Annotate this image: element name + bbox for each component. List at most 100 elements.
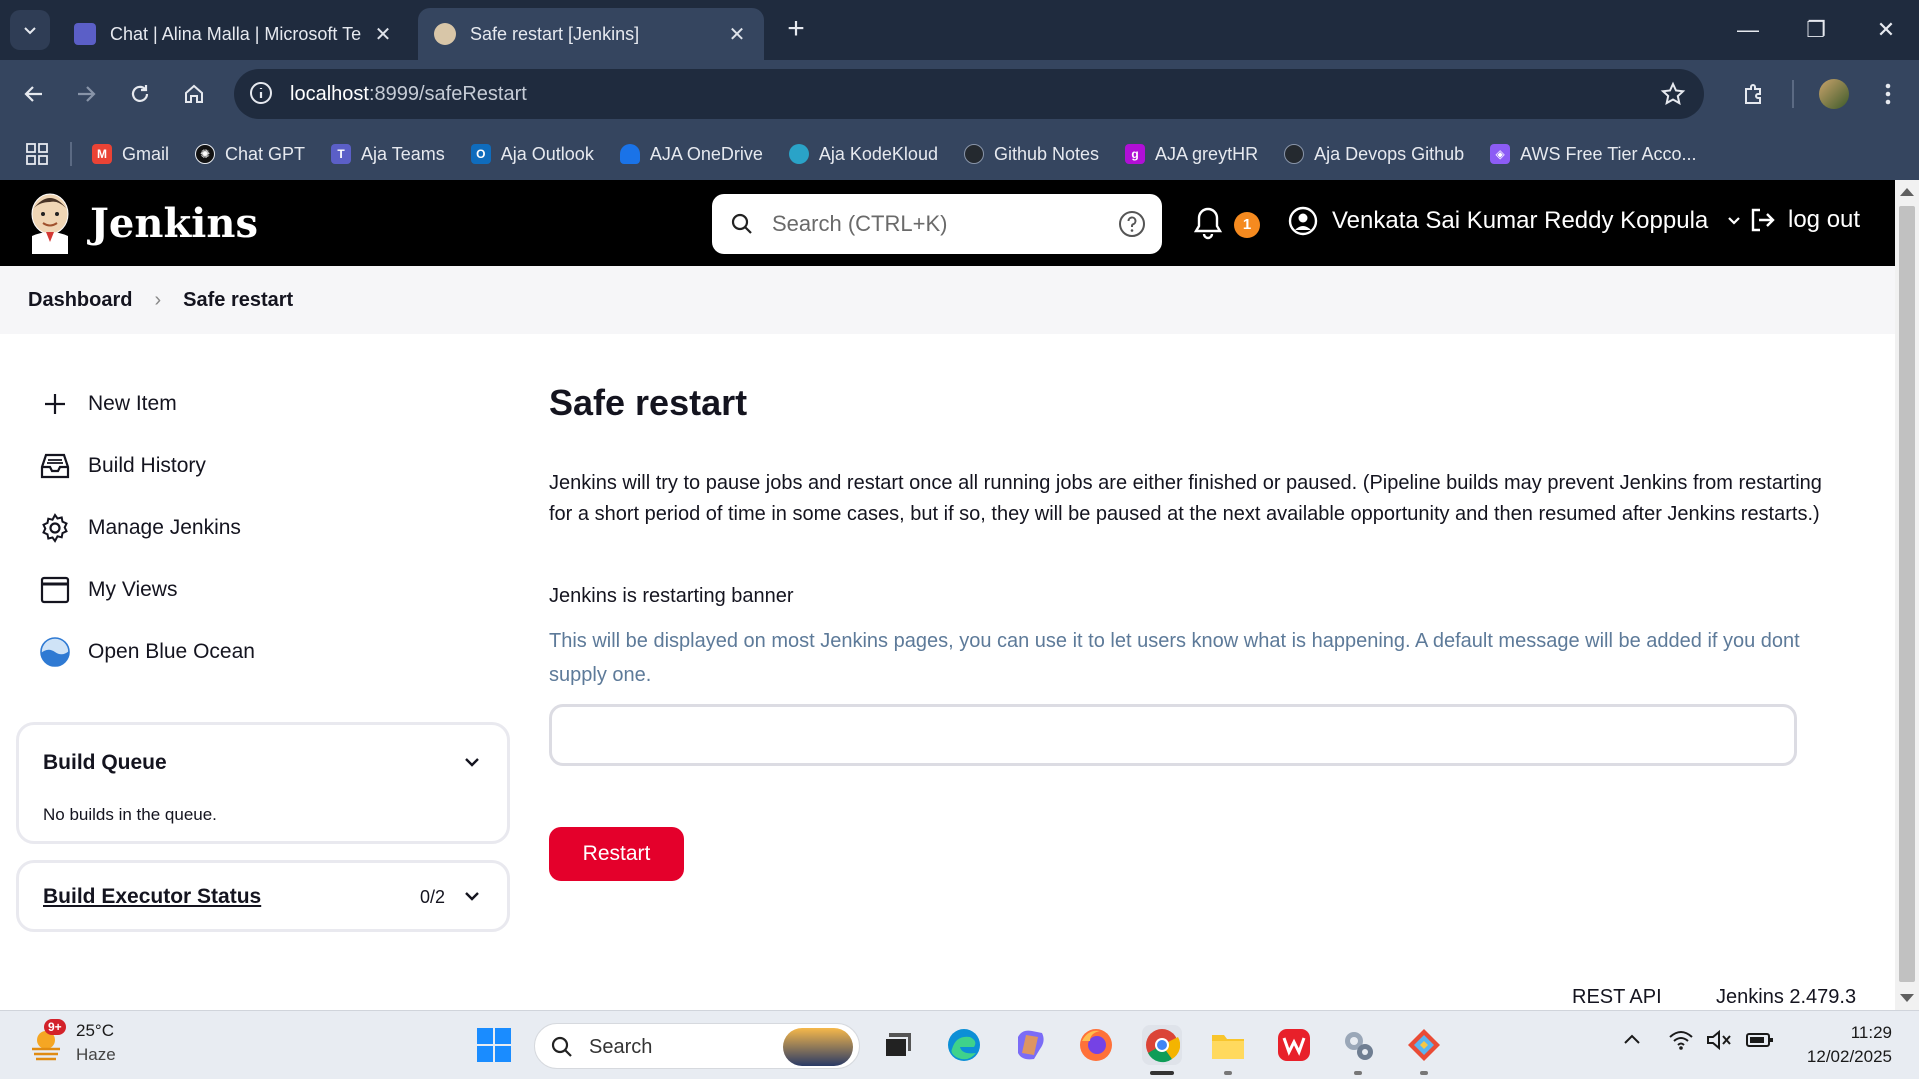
taskbar-clock[interactable]: 11:29 12/02/2025 xyxy=(1796,1021,1892,1069)
page-scrollbar[interactable] xyxy=(1895,180,1919,1010)
browser-tab-strip: Chat | Alina Malla | Microsoft Te ✕ Safe… xyxy=(0,0,1919,60)
greythr-icon: g xyxy=(1125,144,1146,164)
chevron-down-icon[interactable] xyxy=(463,887,481,905)
browser-menu-button[interactable] xyxy=(1868,74,1908,114)
jenkins-header: Jenkins 1 Venkata Sai Kumar Reddy Koppul… xyxy=(0,180,1895,266)
windows-logo-icon xyxy=(477,1028,511,1062)
breadcrumb-current[interactable]: Safe restart xyxy=(183,289,293,312)
teams-icon xyxy=(74,23,96,45)
taskbar-file-explorer[interactable] xyxy=(1208,1025,1248,1065)
task-manage-jenkins[interactable]: Manage Jenkins xyxy=(38,508,241,548)
browser-tab-teams[interactable]: Chat | Alina Malla | Microsoft Te ✕ xyxy=(58,8,410,60)
search-icon xyxy=(731,213,752,234)
taskbar-chrome[interactable] xyxy=(1142,1025,1182,1065)
start-button[interactable] xyxy=(476,1027,512,1068)
banner-help-text: This will be displayed on most Jenkins p… xyxy=(549,630,1800,686)
taskbar-settings-app[interactable] xyxy=(1338,1025,1378,1065)
task-new-item[interactable]: New Item xyxy=(38,384,177,424)
bookmark-aja-outlook[interactable]: O Aja Outlook xyxy=(470,144,594,165)
puzzle-icon xyxy=(1745,84,1761,104)
user-menu[interactable]: Venkata Sai Kumar Reddy Koppula xyxy=(1288,206,1742,236)
github-icon xyxy=(1284,144,1305,164)
firefox-icon xyxy=(1080,1029,1112,1061)
tab-search-button[interactable] xyxy=(10,10,50,50)
executor-status-link[interactable]: Build Executor Status xyxy=(43,885,261,909)
site-info-icon[interactable] xyxy=(248,80,274,106)
breadcrumb-dashboard[interactable]: Dashboard xyxy=(28,289,132,312)
address-bar[interactable]: localhost:8999/safeRestart xyxy=(234,69,1704,119)
bookmark-label: AWS Free Tier Acco... xyxy=(1520,143,1697,164)
help-icon[interactable] xyxy=(1118,210,1146,238)
restore-button[interactable]: ❐ xyxy=(1792,12,1840,48)
forward-button[interactable] xyxy=(66,74,106,114)
url-text[interactable]: localhost:8999/safeRestart xyxy=(290,83,527,106)
close-tab-icon[interactable]: ✕ xyxy=(726,22,748,47)
task-my-views[interactable]: My Views xyxy=(38,570,177,610)
scrollbar-thumb[interactable] xyxy=(1899,206,1915,982)
jenkins-version-link[interactable]: Jenkins 2.479.3 xyxy=(1716,986,1856,1009)
chevron-down-icon xyxy=(1728,217,1741,225)
restart-description: Jenkins will try to pause jobs and resta… xyxy=(549,472,1822,525)
chevron-down-icon[interactable] xyxy=(463,753,481,771)
chevron-up-icon[interactable] xyxy=(1622,1030,1642,1050)
browser-tab-jenkins[interactable]: Safe restart [Jenkins] ✕ xyxy=(418,8,764,60)
build-queue-title[interactable]: Build Queue xyxy=(43,751,167,775)
extensions-button[interactable] xyxy=(1734,74,1774,114)
teams-icon: T xyxy=(331,144,352,164)
bookmark-aja-onedrive[interactable]: AJA OneDrive xyxy=(619,144,763,165)
bell-icon[interactable] xyxy=(1192,206,1224,240)
star-icon[interactable] xyxy=(1660,81,1686,107)
taskbar-wps[interactable] xyxy=(1274,1025,1314,1065)
weather-widget[interactable]: 9+ 25°C Haze xyxy=(28,1019,116,1067)
notification-badge[interactable]: 1 xyxy=(1234,212,1260,238)
explorer-running-indicator xyxy=(1224,1071,1232,1075)
logout-label: log out xyxy=(1788,206,1861,233)
bookmark-aws-free-tier[interactable]: ◈ AWS Free Tier Acco... xyxy=(1490,143,1697,165)
logout-link[interactable]: log out xyxy=(1748,206,1860,234)
search-input[interactable] xyxy=(772,204,1102,244)
breadcrumb-separator-icon: › xyxy=(154,288,162,311)
task-view-button[interactable] xyxy=(878,1025,918,1065)
battery-icon[interactable] xyxy=(1746,1032,1774,1048)
taskbar-firefox[interactable] xyxy=(1076,1025,1116,1065)
bookmark-aja-kodekloud[interactable]: Aja KodeKloud xyxy=(788,144,938,165)
toolbar-divider xyxy=(1792,80,1794,108)
breadcrumb: Dashboard › Safe restart xyxy=(0,266,1895,334)
new-tab-button[interactable]: + xyxy=(778,12,814,48)
jenkins-home-link[interactable]: Jenkins xyxy=(28,192,258,254)
home-button[interactable] xyxy=(174,74,214,114)
scroll-down-arrow-icon[interactable] xyxy=(1900,994,1914,1002)
settings-running-indicator xyxy=(1354,1071,1362,1075)
task-open-blue-ocean[interactable]: Open Blue Ocean xyxy=(38,632,255,672)
taskbar-git-app[interactable] xyxy=(1404,1025,1444,1065)
task-label: Open Blue Ocean xyxy=(88,640,255,663)
git-app-running-indicator xyxy=(1420,1071,1428,1075)
rest-api-link[interactable]: REST API xyxy=(1572,986,1662,1009)
task-build-history[interactable]: Build History xyxy=(38,446,206,486)
taskbar-search[interactable]: Search xyxy=(534,1023,860,1069)
scroll-up-arrow-icon[interactable] xyxy=(1900,188,1914,196)
minimize-button[interactable]: — xyxy=(1724,12,1772,48)
restart-banner-input[interactable] xyxy=(549,704,1797,766)
restart-button[interactable]: Restart xyxy=(549,827,684,881)
more-vertical-icon xyxy=(1885,83,1891,105)
close-window-button[interactable]: ✕ xyxy=(1862,12,1910,48)
close-tab-icon[interactable]: ✕ xyxy=(372,22,394,47)
bookmark-gmail[interactable]: M Gmail xyxy=(92,144,169,165)
speaker-muted-icon[interactable] xyxy=(1706,1029,1732,1051)
bookmark-aja-devops-github[interactable]: Aja Devops Github xyxy=(1284,144,1464,165)
apps-grid-icon[interactable] xyxy=(26,143,48,165)
reload-button[interactable] xyxy=(120,74,160,114)
taskbar-copilot[interactable] xyxy=(1010,1025,1050,1065)
taskbar-edge[interactable] xyxy=(944,1025,984,1065)
bookmarks-divider xyxy=(70,142,72,166)
bookmark-chatgpt[interactable]: ✺ Chat GPT xyxy=(195,144,305,165)
bookmark-aja-greythr[interactable]: g AJA greytHR xyxy=(1125,144,1258,165)
back-button[interactable] xyxy=(14,74,54,114)
bookmark-github-notes[interactable]: Github Notes xyxy=(963,144,1099,165)
user-name: Venkata Sai Kumar Reddy Koppula xyxy=(1332,207,1709,234)
jenkins-search-box[interactable] xyxy=(712,194,1162,254)
wifi-icon[interactable] xyxy=(1668,1029,1694,1051)
bookmark-aja-teams[interactable]: T Aja Teams xyxy=(331,144,445,165)
profile-button[interactable] xyxy=(1814,74,1854,114)
